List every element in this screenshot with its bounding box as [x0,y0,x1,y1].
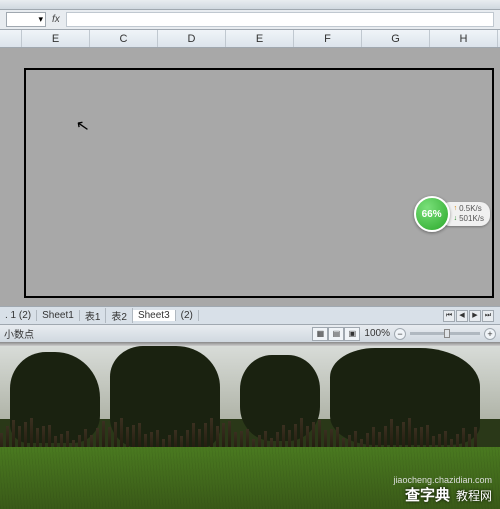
zoom-in-button[interactable]: + [484,328,496,340]
column-header[interactable]: C [90,30,158,47]
formula-bar: ▾ fx [0,10,500,30]
network-percent-badge: 66% [414,196,450,232]
column-header[interactable]: D [158,30,226,47]
worksheet-area[interactable]: ↖ 66% ↑0.5K/s ↓501K/s [0,48,500,306]
sheet-tab[interactable]: (2) [176,310,199,321]
download-icon: ↓ [454,214,458,224]
watermark: 查字典 教程网 [405,484,492,505]
status-mode: 小数点 [4,326,34,341]
sheet-tab[interactable]: Sheet1 [37,310,80,321]
column-header[interactable]: G [362,30,430,47]
zoom-percent[interactable]: 100% [364,328,390,339]
select-all-corner[interactable] [0,30,22,47]
view-normal-icon[interactable]: ▦ [312,327,328,341]
column-header[interactable]: E [22,30,90,47]
view-buttons: ▦ ▤ ▣ [312,327,360,341]
background-photo: jiaocheng.chazidian.com 查字典 教程网 [0,346,500,509]
tab-last-icon[interactable]: ⏭ [482,310,494,322]
watermark-brand: 查字典 [405,484,450,505]
tab-next-icon[interactable]: ▶ [469,310,481,322]
column-header[interactable]: F [294,30,362,47]
fx-label[interactable]: fx [52,14,60,25]
sheet-tab[interactable]: 表2 [106,308,133,323]
view-pagebreak-icon[interactable]: ▣ [344,327,360,341]
download-speed: 501K/s [459,214,484,224]
column-headers: E C D E F G H [0,30,500,48]
sheet-tab[interactable]: Sheet3 [133,310,176,321]
ribbon-strip [0,0,500,10]
tab-first-icon[interactable]: ⏮ [443,310,455,322]
name-box[interactable]: ▾ [6,12,46,27]
tab-prev-icon[interactable]: ◀ [456,310,468,322]
zoom-thumb[interactable] [444,329,450,338]
tab-nav-buttons: ⏮ ◀ ▶ ⏭ [443,310,500,322]
sheet-tab-bar: . 1 (2) Sheet1 表1 表2 Sheet3 (2) ⏮ ◀ ▶ ⏭ [0,306,500,324]
sheet-tab[interactable]: . 1 (2) [0,310,37,321]
sheet-tab[interactable]: 表1 [80,308,107,323]
column-header[interactable]: E [226,30,294,47]
view-layout-icon[interactable]: ▤ [328,327,344,341]
upload-icon: ↑ [454,204,458,214]
zoom-out-button[interactable]: − [394,328,406,340]
network-speed-widget[interactable]: 66% ↑0.5K/s ↓501K/s [414,196,490,232]
zoom-slider[interactable] [410,332,480,335]
status-bar: 小数点 ▦ ▤ ▣ 100% − + [0,324,500,342]
formula-input[interactable] [66,12,494,27]
selection-rectangle[interactable] [24,68,494,298]
upload-speed: 0.5K/s [459,204,482,214]
watermark-suffix: 教程网 [456,487,492,504]
column-header[interactable]: H [430,30,498,47]
